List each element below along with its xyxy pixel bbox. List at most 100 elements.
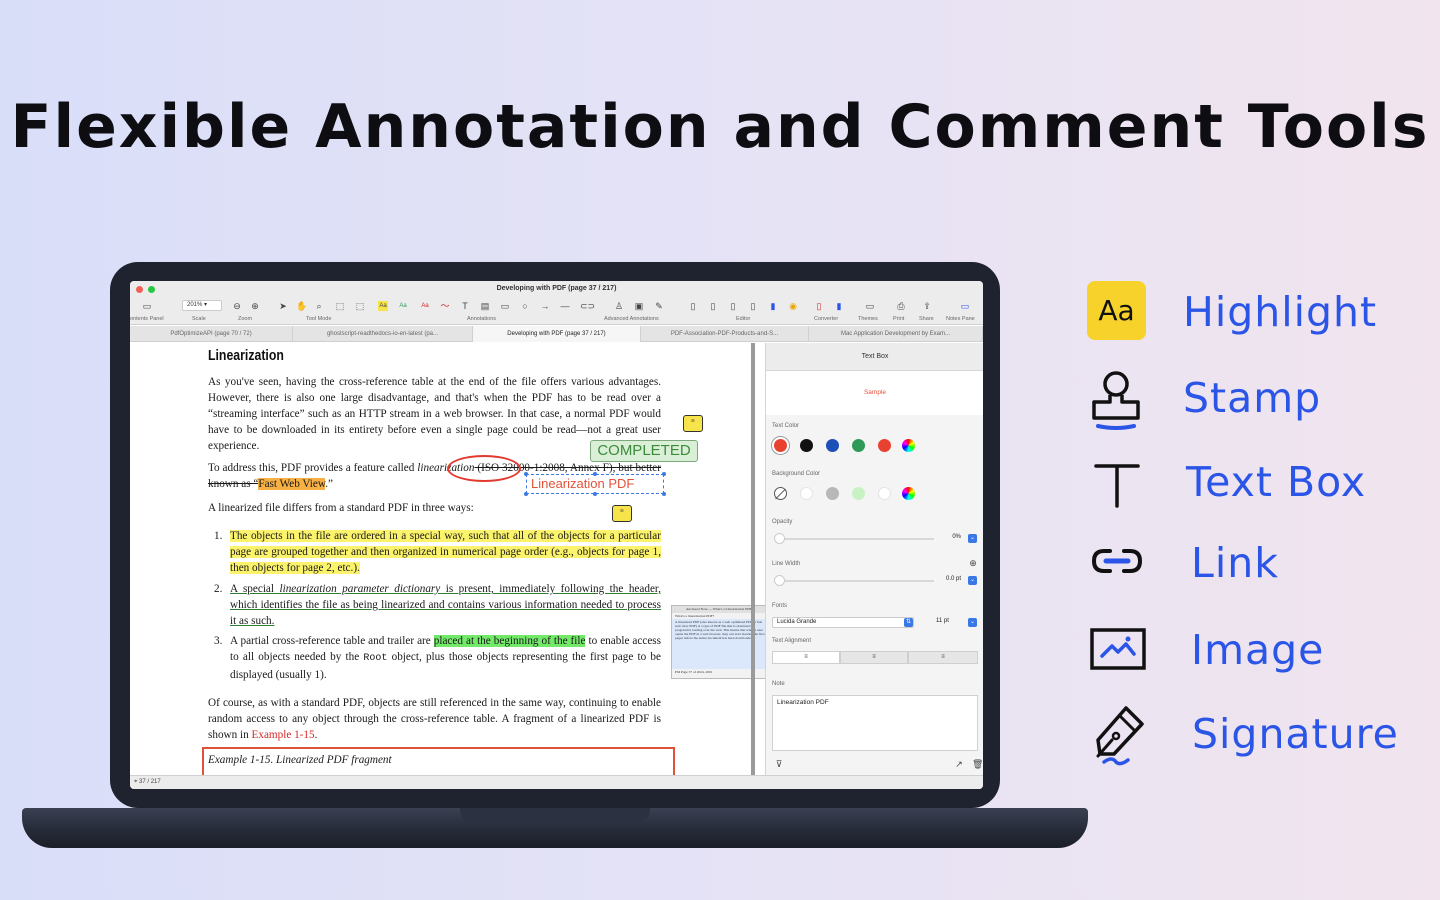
text-color-swatch-blue[interactable]: [826, 439, 839, 452]
line-tool-icon[interactable]: —: [560, 301, 570, 311]
bg-color-swatch-white[interactable]: [800, 487, 813, 500]
line-width-value[interactable]: 0.0 pt: [932, 575, 964, 586]
link-tool-icon[interactable]: ⊂⊃: [580, 301, 595, 311]
text-color-swatch-red[interactable]: [774, 439, 787, 452]
zoom-in-icon[interactable]: ⊕: [250, 301, 260, 311]
snapshot-tool-icon[interactable]: ⬚: [355, 301, 365, 311]
resize-handle[interactable]: [524, 492, 528, 496]
magnifier-tool-icon[interactable]: ⌕: [314, 301, 324, 311]
align-right-button[interactable]: ≡: [908, 651, 978, 664]
stamp-tool-icon[interactable]: ♙: [614, 301, 624, 311]
resize-handle[interactable]: [524, 472, 528, 476]
note-tool-icon[interactable]: ▤: [480, 301, 490, 311]
font-family-select[interactable]: Lucida Grande: [772, 617, 914, 628]
opacity-stepper[interactable]: ⌄: [968, 534, 977, 543]
note-annotation-icon[interactable]: ≡: [612, 505, 632, 522]
feature-text-box: Text Box: [1086, 452, 1426, 514]
opacity-slider-knob[interactable]: [774, 533, 785, 544]
color-picker-icon[interactable]: [902, 439, 915, 452]
line-width-stepper[interactable]: ⌄: [968, 576, 977, 585]
bg-color-swatch-green[interactable]: [852, 487, 865, 500]
filter-icon[interactable]: ⊽: [774, 759, 784, 769]
trash-icon[interactable]: 🗑: [972, 759, 983, 769]
edit-text-icon[interactable]: ▯: [688, 301, 698, 311]
align-left-button[interactable]: ≡: [772, 651, 840, 664]
toolbar-label-scale: Scale: [192, 316, 206, 322]
underline-tool-icon[interactable]: Aa: [398, 301, 408, 311]
toolbar-label-contents: ontents Panel: [130, 316, 164, 322]
zoom-out-icon[interactable]: ⊖: [232, 301, 242, 311]
sample-preview: Sample: [766, 371, 983, 415]
scale-select[interactable]: 201% ▾: [182, 300, 222, 311]
rectangle-tool-icon[interactable]: ▭: [500, 301, 510, 311]
highlighted-text: Fast Web View: [258, 478, 326, 490]
arrow-tool-icon[interactable]: →: [540, 301, 550, 311]
toolbar-label-tool-mode: Tool Mode: [306, 316, 332, 322]
share-icon[interactable]: ⇪: [922, 301, 932, 311]
tab-mac-app-dev[interactable]: Mac Application Development by Exam...: [809, 326, 983, 342]
paragraph-3: A linearized file differs from a standar…: [208, 502, 474, 514]
no-background-swatch[interactable]: [774, 487, 787, 500]
bg-color-picker-icon[interactable]: [902, 487, 915, 500]
edit-link-icon[interactable]: ▯: [728, 301, 738, 311]
oval-tool-icon[interactable]: ○: [520, 301, 530, 311]
watermark-icon[interactable]: ◉: [788, 301, 798, 311]
font-size-field[interactable]: 11 pt: [932, 617, 964, 628]
line-width-slider-knob[interactable]: [774, 575, 785, 586]
resize-handle[interactable]: [662, 492, 666, 496]
text-box-annotation[interactable]: Linearization PDF: [526, 474, 664, 494]
toolbar-label-annotations: Annotations: [467, 316, 497, 322]
text-color-swatch-orange[interactable]: [878, 439, 891, 452]
signature-tool-icon[interactable]: ✎: [654, 301, 664, 311]
example-link[interactable]: Example 1-15: [252, 729, 315, 741]
opacity-value[interactable]: 0%: [936, 533, 964, 544]
pointer-tool-icon[interactable]: ➤: [278, 301, 288, 311]
notes-pane-icon[interactable]: ▭: [960, 301, 970, 311]
link-icon: [1091, 549, 1143, 573]
feature-stamp: Stamp: [1086, 368, 1426, 430]
convert-icon[interactable]: ▯: [814, 301, 824, 311]
tab-developing-with-pdf[interactable]: Developing with PDF (page 37 / 217): [473, 326, 641, 342]
font-family-stepper[interactable]: ⇅: [904, 618, 913, 627]
completed-stamp[interactable]: COMPLETED: [590, 440, 698, 462]
bg-color-swatch-white-2[interactable]: [878, 487, 891, 500]
themes-icon[interactable]: ▭: [865, 301, 875, 311]
resize-handle[interactable]: [593, 492, 597, 496]
note-textarea[interactable]: Linearization PDF: [772, 695, 978, 751]
list-number-2: 2.: [214, 583, 223, 595]
text-tool-icon[interactable]: T: [460, 301, 470, 311]
bookmark-icon[interactable]: ▮: [768, 301, 778, 311]
crop-icon[interactable]: ▯: [748, 301, 758, 311]
print-icon[interactable]: ⎙: [896, 301, 906, 311]
resize-handle[interactable]: [593, 472, 597, 476]
save-icon[interactable]: ▮: [834, 301, 844, 311]
export-icon[interactable]: ↗: [954, 759, 964, 769]
opacity-slider[interactable]: [774, 538, 934, 540]
tab-pdf-association[interactable]: PDF-Association-PDF-Products-and-S...: [641, 326, 809, 342]
hand-tool-icon[interactable]: ✋: [296, 301, 307, 311]
tab-pdfoptimize[interactable]: PdfOptimizeAPI (page 70 / 72): [130, 326, 293, 342]
document-scrollbar[interactable]: [751, 343, 755, 775]
toolbar-label-notes: Notes Pane: [946, 316, 975, 322]
add-icon[interactable]: ⊕: [968, 558, 978, 568]
font-size-stepper[interactable]: ⌄: [968, 618, 977, 627]
line-width-slider[interactable]: [774, 580, 934, 582]
sidebar-toggle-icon[interactable]: ▭: [142, 301, 152, 311]
text-color-swatch-black[interactable]: [800, 439, 813, 452]
freehand-tool-icon[interactable]: 〜: [440, 301, 450, 311]
oval-annotation[interactable]: [447, 455, 521, 482]
pdf-page: Linearization As you've seen, having the…: [130, 343, 769, 789]
text-color-swatch-green[interactable]: [852, 439, 865, 452]
note-annotation-icon[interactable]: ≡: [683, 415, 703, 432]
feature-highlight: Aa Highlight: [1086, 280, 1426, 342]
highlight-tool-icon[interactable]: Aa: [378, 301, 388, 311]
fonts-label: Fonts: [772, 603, 788, 609]
select-tool-icon[interactable]: ⬚: [335, 301, 345, 311]
tab-ghostscript[interactable]: ghostscript-readthedocs-io-en-latest (pa…: [293, 326, 473, 342]
image-tool-icon[interactable]: ▣: [634, 301, 644, 311]
edit-image-icon[interactable]: ▯: [708, 301, 718, 311]
bg-color-swatch-gray[interactable]: [826, 487, 839, 500]
align-center-button[interactable]: ≡: [840, 651, 908, 664]
resize-handle[interactable]: [662, 472, 666, 476]
strikethrough-tool-icon[interactable]: Aa: [420, 301, 430, 311]
